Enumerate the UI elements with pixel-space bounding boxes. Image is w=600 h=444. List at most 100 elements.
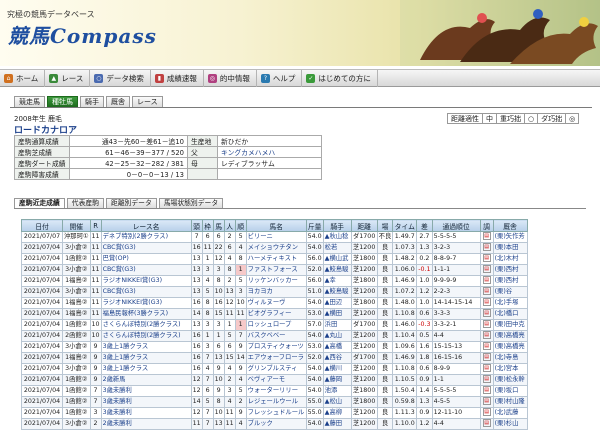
race-name[interactable]: 3歳未勝利	[100, 396, 192, 408]
race-name[interactable]: さくらんぼ特別(2勝クラス)	[100, 330, 192, 342]
trainer[interactable]: (栗)高橋亮	[492, 330, 528, 342]
training-icon[interactable]: ▤	[479, 264, 494, 276]
jockey[interactable]: ▲鮫島駿	[322, 286, 352, 298]
race-name[interactable]: 2歳未勝利	[100, 418, 192, 430]
training-report-icon[interactable]: ▤	[482, 375, 491, 383]
horse-name-cell[interactable]: エアウォーフローラ	[245, 352, 307, 364]
training-report-icon[interactable]: ▤	[482, 298, 491, 306]
training-report-icon[interactable]: ▤	[482, 353, 491, 361]
horse-name-cell[interactable]: ビリーニ	[245, 231, 307, 243]
jockey[interactable]: ▲高橋	[322, 341, 352, 353]
trainer[interactable]: (栗)西村	[492, 264, 528, 276]
jockey[interactable]: ▲高柳	[322, 407, 352, 419]
nav-home[interactable]: ⌂ ホーム	[0, 70, 46, 87]
training-icon[interactable]: ▤	[479, 363, 494, 375]
training-icon[interactable]: ▤	[479, 308, 494, 320]
horse-name-cell[interactable]: ヨカヨカ	[245, 286, 307, 298]
trainer[interactable]: (栗)高橋亮	[492, 341, 528, 353]
trainer[interactable]: (栗)矢作芳	[492, 231, 528, 243]
horse-name-cell[interactable]: ブルック	[245, 418, 307, 430]
jockey[interactable]: 池添	[322, 385, 352, 397]
trainer[interactable]: (栗)杉山	[492, 418, 528, 430]
training-report-icon[interactable]: ▤	[482, 331, 491, 339]
trainer[interactable]: (栗)松永幹	[492, 374, 528, 386]
training-report-icon[interactable]: ▤	[482, 408, 491, 416]
training-icon[interactable]: ▤	[479, 330, 494, 342]
trainer[interactable]: (栗)坂口	[492, 385, 528, 397]
horse-name-cell[interactable]: ファストフォース	[245, 264, 307, 276]
tab-horse[interactable]: 競走馬	[14, 96, 45, 107]
jockey[interactable]: ▲西谷	[322, 352, 352, 364]
training-icon[interactable]: ▤	[479, 275, 494, 287]
horse-name-cell[interactable]: フレッシュドルール	[245, 407, 307, 419]
training-icon[interactable]: ▤	[479, 396, 494, 408]
trainer[interactable]: (北)木村	[492, 253, 528, 265]
horse-name-cell[interactable]: バスクベベー	[245, 330, 307, 342]
horse-name-cell[interactable]: グリンブルスティ	[245, 363, 307, 375]
race-name[interactable]: 3歳上1勝クラス	[100, 341, 192, 353]
training-report-icon[interactable]: ▤	[482, 419, 491, 427]
training-icon[interactable]: ▤	[479, 352, 494, 364]
training-icon[interactable]: ▤	[479, 407, 494, 419]
training-icon[interactable]: ▤	[479, 297, 494, 309]
horse-name-cell[interactable]: ベヴィアーモ	[245, 374, 307, 386]
tab-sire[interactable]: 種牡馬	[47, 96, 78, 107]
horse-name-cell[interactable]: メイショウチタン	[245, 242, 307, 254]
tab-trainer[interactable]: 厩舎	[106, 96, 130, 107]
race-name[interactable]: 福島民報杯(3勝クラス)	[100, 308, 192, 320]
trainer[interactable]: (北)武藤	[492, 407, 528, 419]
race-name[interactable]: 2歳新馬	[100, 374, 192, 386]
horse-name-cell[interactable]: ロッシュロープ	[245, 319, 307, 331]
trainer[interactable]: (北)橋口	[492, 308, 528, 320]
tab-race[interactable]: レース	[132, 96, 163, 107]
jockey[interactable]: ▲秋山稔	[322, 231, 352, 243]
jockey[interactable]: ▲横田	[322, 308, 352, 320]
site-logo[interactable]: 競馬Compass	[8, 20, 157, 49]
race-name[interactable]: ラジオNIKKEI賞(G3)	[100, 275, 192, 287]
horse-name-cell[interactable]: リッケンバッカー	[245, 275, 307, 287]
training-report-icon[interactable]: ▤	[482, 309, 491, 317]
training-icon[interactable]: ▤	[479, 418, 494, 430]
training-report-icon[interactable]: ▤	[482, 386, 491, 394]
trainer[interactable]: (北)宮本	[492, 363, 528, 375]
jockey[interactable]: ▲藤田	[322, 418, 352, 430]
training-report-icon[interactable]: ▤	[482, 287, 491, 295]
trainer[interactable]: (北)寺島	[492, 352, 528, 364]
tab-representative[interactable]: 代表産駒	[66, 198, 104, 208]
race-name[interactable]: 3歳上1勝クラス	[100, 352, 192, 364]
trainer[interactable]: (栗)谷	[492, 286, 528, 298]
training-report-icon[interactable]: ▤	[482, 320, 491, 328]
trainer[interactable]: (栗)西村	[492, 275, 528, 287]
horse-name-cell[interactable]: プロスティクォーツ	[245, 341, 307, 353]
training-icon[interactable]: ▤	[479, 286, 494, 298]
horse-name-cell[interactable]: ハーメティキスト	[245, 253, 307, 265]
race-name[interactable]: CBC賞(G3)	[100, 242, 192, 254]
nav-beginners[interactable]: ✓ はじめての方に	[302, 70, 378, 87]
training-report-icon[interactable]: ▤	[482, 342, 491, 350]
jockey[interactable]: ▲鮫島駿	[322, 264, 352, 276]
trainer[interactable]: (栗)本田	[492, 242, 528, 254]
race-name[interactable]: 3歳未勝利	[100, 407, 192, 419]
sire-link[interactable]: キングカメハメハ	[217, 146, 322, 158]
nav-data-search[interactable]: ○ データ検索	[90, 70, 151, 87]
nav-hit-info[interactable]: ◎ 的中情報	[204, 70, 257, 87]
horse-name-cell[interactable]: ウォーターリリー	[245, 385, 307, 397]
nav-results[interactable]: ▮ 成績速報	[151, 70, 204, 87]
race-name[interactable]: CBC賞(G3)	[100, 264, 192, 276]
jockey[interactable]: ▲横山武	[322, 253, 352, 265]
race-name[interactable]: CBC賞(G3)	[100, 286, 192, 298]
tab-track-condition-data[interactable]: 馬場状態別データ	[158, 198, 224, 208]
jockey[interactable]: 松若	[322, 242, 352, 254]
jockey[interactable]: ▲横川	[322, 363, 352, 375]
training-report-icon[interactable]: ▤	[482, 254, 491, 262]
training-report-icon[interactable]: ▤	[482, 265, 491, 273]
tab-distance-data[interactable]: 距離別データ	[105, 198, 157, 208]
jockey[interactable]: ▲松山	[322, 396, 352, 408]
race-name[interactable]: 巴賞(OP)	[100, 253, 192, 265]
race-name[interactable]: ラジオNIKKEI賞(G3)	[100, 297, 192, 309]
horse-name-cell[interactable]: レジェールウール	[245, 396, 307, 408]
trainer[interactable]: (北)手塚	[492, 297, 528, 309]
nav-help[interactable]: ? ヘルプ	[257, 70, 303, 87]
trainer[interactable]: (栗)田中克	[492, 319, 528, 331]
training-icon[interactable]: ▤	[479, 242, 494, 254]
